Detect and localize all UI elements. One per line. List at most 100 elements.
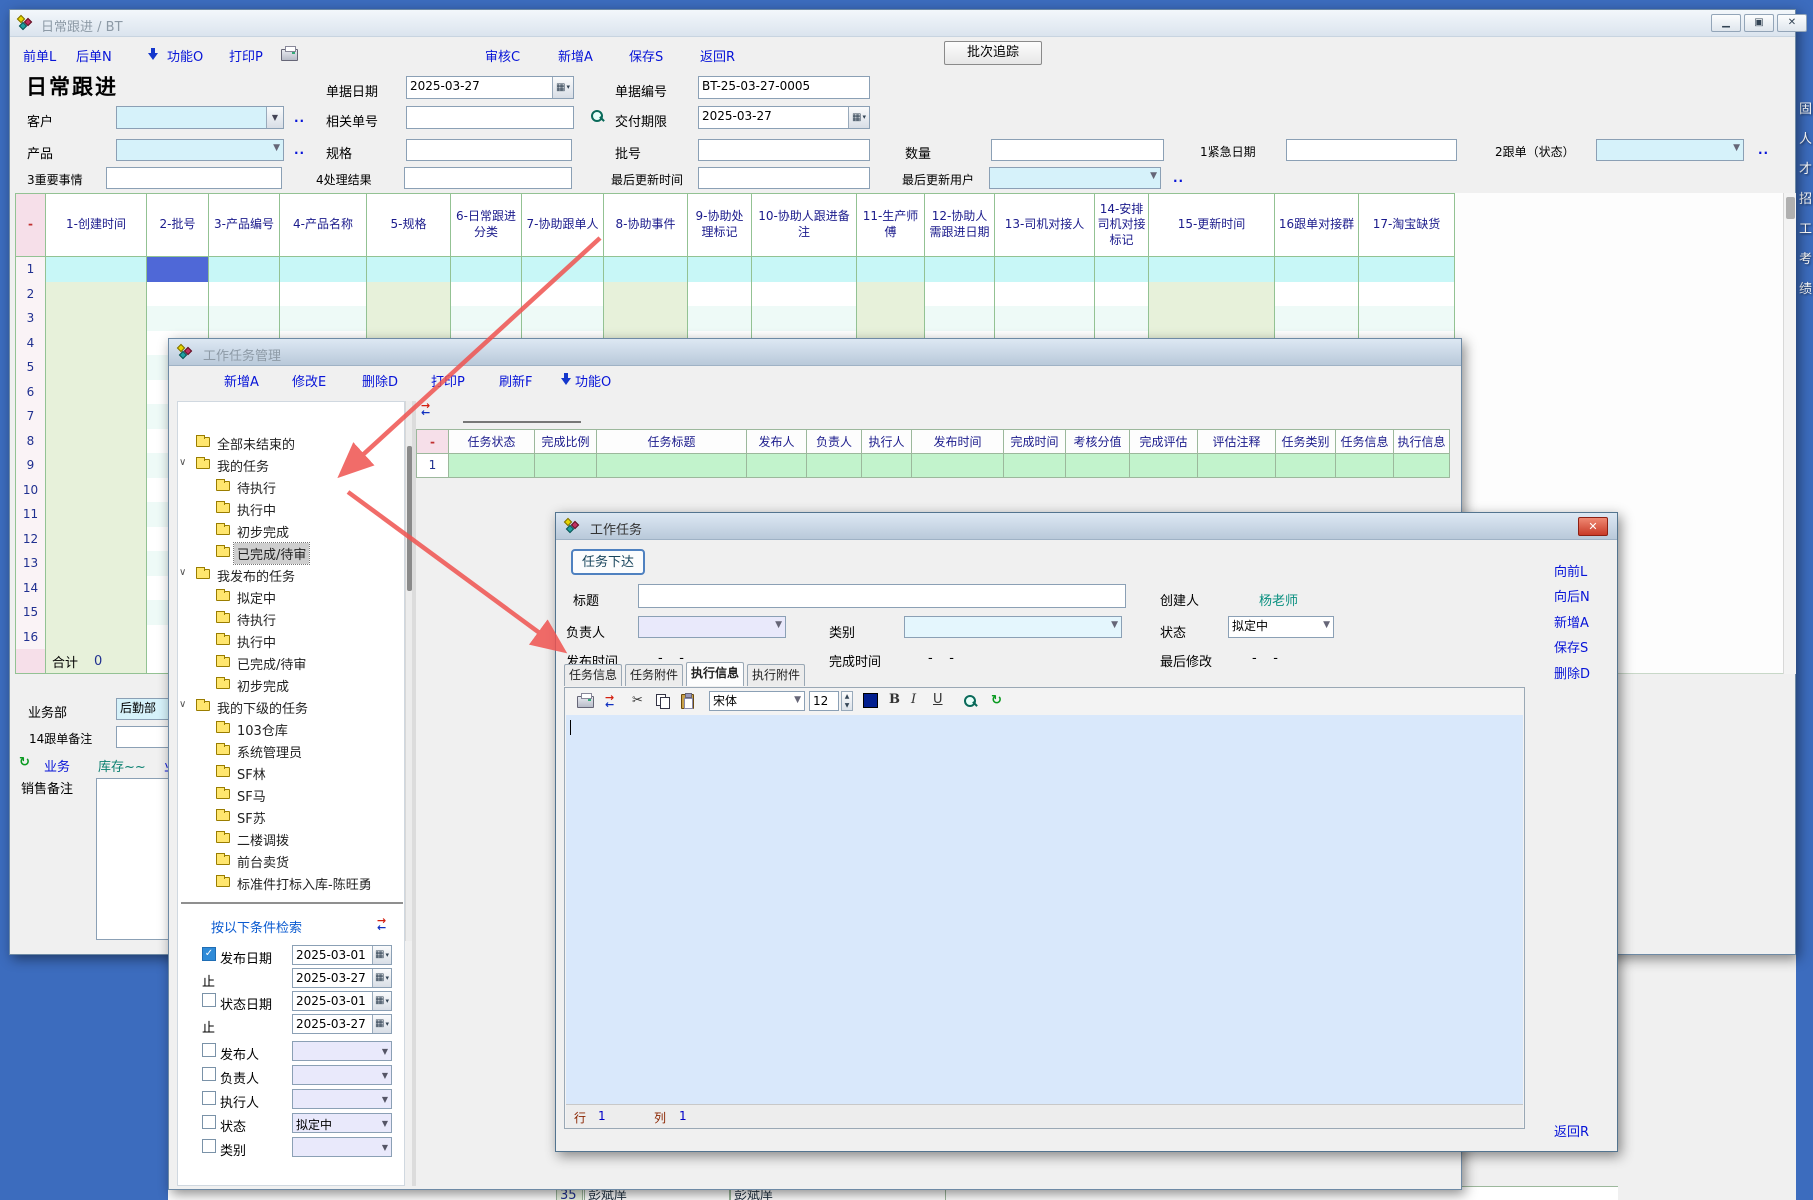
grid-cell[interactable] [46, 478, 147, 504]
task-grid-cell[interactable] [862, 454, 912, 478]
task-grid-column-header[interactable]: 执行人 [862, 430, 912, 454]
task-grid-column-header[interactable]: 任务标题 [597, 430, 747, 454]
follow-status-more-link[interactable]: .. [1758, 143, 1769, 157]
grid-cell[interactable] [209, 257, 280, 283]
grid-cell[interactable] [451, 306, 522, 332]
product-combo[interactable]: ▼ [116, 139, 284, 161]
dropdown-arrow-icon[interactable]: ▼ [1323, 621, 1330, 630]
filter-checkbox[interactable] [202, 1043, 216, 1057]
dropdown-arrow-icon[interactable]: ▼ [382, 1071, 388, 1080]
grid-cell[interactable] [46, 404, 147, 430]
add-link[interactable]: 新增A [558, 46, 593, 65]
filter-checkbox[interactable] [202, 993, 216, 1007]
filter-date-field[interactable]: 2025-03-27▦▾ [292, 1014, 392, 1034]
next-doc-link[interactable]: 后单N [76, 46, 112, 65]
grid-cell[interactable] [451, 257, 522, 283]
customer-more-link[interactable]: .. [294, 111, 305, 125]
filter-date-field[interactable]: 2025-03-27▦▾ [292, 968, 392, 988]
task-grid-cell[interactable] [1394, 454, 1450, 478]
product-more-link[interactable]: .. [294, 143, 305, 157]
grid-column-header[interactable]: 1-创建时间 [46, 194, 147, 257]
grid-cell[interactable] [46, 306, 147, 332]
grid-column-header[interactable]: 2-批号 [147, 194, 209, 257]
tab-执行信息[interactable]: 执行信息 [686, 662, 744, 686]
nav-link[interactable]: 向前L [1554, 561, 1587, 580]
grid-cell[interactable] [752, 306, 857, 332]
grid-cell[interactable] [367, 306, 451, 332]
task-grid-cell[interactable] [1130, 454, 1198, 478]
result-field[interactable] [404, 167, 572, 189]
grid-cell[interactable] [1149, 306, 1275, 332]
bold-button[interactable]: B [889, 692, 900, 707]
tab-任务附件[interactable]: 任务附件 [625, 664, 683, 686]
maximize-button[interactable]: ▣ [1744, 14, 1774, 32]
grid-row-number[interactable]: 6 [16, 380, 46, 406]
doc-no-field[interactable]: BT-25-03-27-0005 [698, 76, 870, 99]
grid-cell[interactable] [925, 282, 995, 308]
grid-row-number[interactable]: 7 [16, 404, 46, 430]
task-grid-cell[interactable] [1004, 454, 1066, 478]
grid-row-number[interactable]: 13 [16, 551, 46, 577]
nav-link[interactable]: 新增A [1554, 612, 1589, 631]
grid-cell[interactable] [688, 306, 752, 332]
print-icon[interactable] [577, 696, 594, 708]
grid-cell[interactable] [451, 282, 522, 308]
paste-icon[interactable] [681, 694, 694, 709]
category-combo[interactable]: ▼ [904, 616, 1122, 638]
grid-cell[interactable] [46, 502, 147, 528]
dropdown-arrow-icon[interactable]: ▼ [1111, 621, 1118, 630]
urgent-date-field[interactable] [1286, 139, 1457, 161]
grid-column-header[interactable]: 11-生产师傅 [857, 194, 925, 257]
grid-cell[interactable] [46, 625, 147, 651]
task-grid-cell[interactable] [1336, 454, 1394, 478]
grid-row-number[interactable]: 15 [16, 600, 46, 626]
grid-cell[interactable] [1095, 282, 1149, 308]
task-grid-cell[interactable] [1066, 454, 1130, 478]
task-grid-column-header[interactable]: 评估注释 [1198, 430, 1276, 454]
task-grid-column-header[interactable]: 负责人 [807, 430, 862, 454]
grid-cell[interactable] [46, 282, 147, 308]
grid-cell[interactable] [522, 257, 604, 283]
grid-cell[interactable] [1095, 257, 1149, 283]
last-update-user-combo[interactable]: ▼ [989, 167, 1161, 189]
dropdown-arrow-icon[interactable]: ▼ [775, 621, 782, 630]
dropdown-arrow-icon[interactable]: ▼ [382, 1143, 388, 1152]
grid-cell[interactable] [1275, 257, 1359, 283]
filter-combo[interactable]: ▼ [292, 1041, 392, 1061]
grid-column-header[interactable]: 5-规格 [367, 194, 451, 257]
printer-icon[interactable] [281, 49, 298, 61]
task-grid-corner[interactable]: - [417, 430, 449, 454]
dropdown-arrow-icon[interactable]: ▼ [266, 107, 283, 128]
follow-status-combo[interactable]: ▼ [1596, 139, 1744, 161]
swap-icon[interactable]: →← [605, 695, 621, 709]
close-button[interactable]: ✕ [1777, 14, 1807, 32]
customer-combo[interactable]: ▼ [116, 106, 284, 129]
tab-任务信息[interactable]: 任务信息 [564, 664, 622, 686]
swap-columns-icon[interactable]: →← [421, 403, 437, 417]
dropdown-arrow-icon[interactable]: ▼ [382, 1047, 388, 1056]
task-grid-cell[interactable] [1276, 454, 1336, 478]
grid-cell[interactable] [1359, 306, 1455, 332]
grid-cell[interactable] [1095, 306, 1149, 332]
grid-cell[interactable] [857, 282, 925, 308]
last-update-user-more-link[interactable]: .. [1173, 171, 1184, 185]
title-input[interactable] [638, 584, 1126, 608]
grid-column-header[interactable]: 9-协助处理标记 [688, 194, 752, 257]
grid-row-number[interactable]: 1 [16, 257, 46, 283]
task-dialog-titlebar[interactable]: 工作任务 ✕ [556, 513, 1617, 540]
sync-icon[interactable]: ↻ [19, 755, 30, 770]
main-titlebar[interactable]: 日常跟进 / BT ▁ ▣ ✕ [10, 10, 1795, 37]
delivery-date-field[interactable]: 2025-03-27▦▾ [698, 106, 870, 129]
italic-button[interactable]: I [911, 692, 916, 707]
find-icon[interactable] [963, 694, 978, 709]
back-link[interactable]: 返回R [700, 46, 735, 65]
dispatch-task-button[interactable]: 任务下达 [571, 549, 645, 575]
grid-cell[interactable] [46, 600, 147, 626]
task-grid-cell[interactable] [807, 454, 862, 478]
grid-row-number[interactable]: 16 [16, 625, 46, 651]
grid-cell[interactable] [522, 306, 604, 332]
grid-cell[interactable] [1149, 257, 1275, 283]
nav-link[interactable]: 保存S [1554, 637, 1588, 656]
filter-checkbox[interactable]: ✓ [202, 947, 216, 961]
return-link[interactable]: 返回R [1554, 1121, 1589, 1140]
